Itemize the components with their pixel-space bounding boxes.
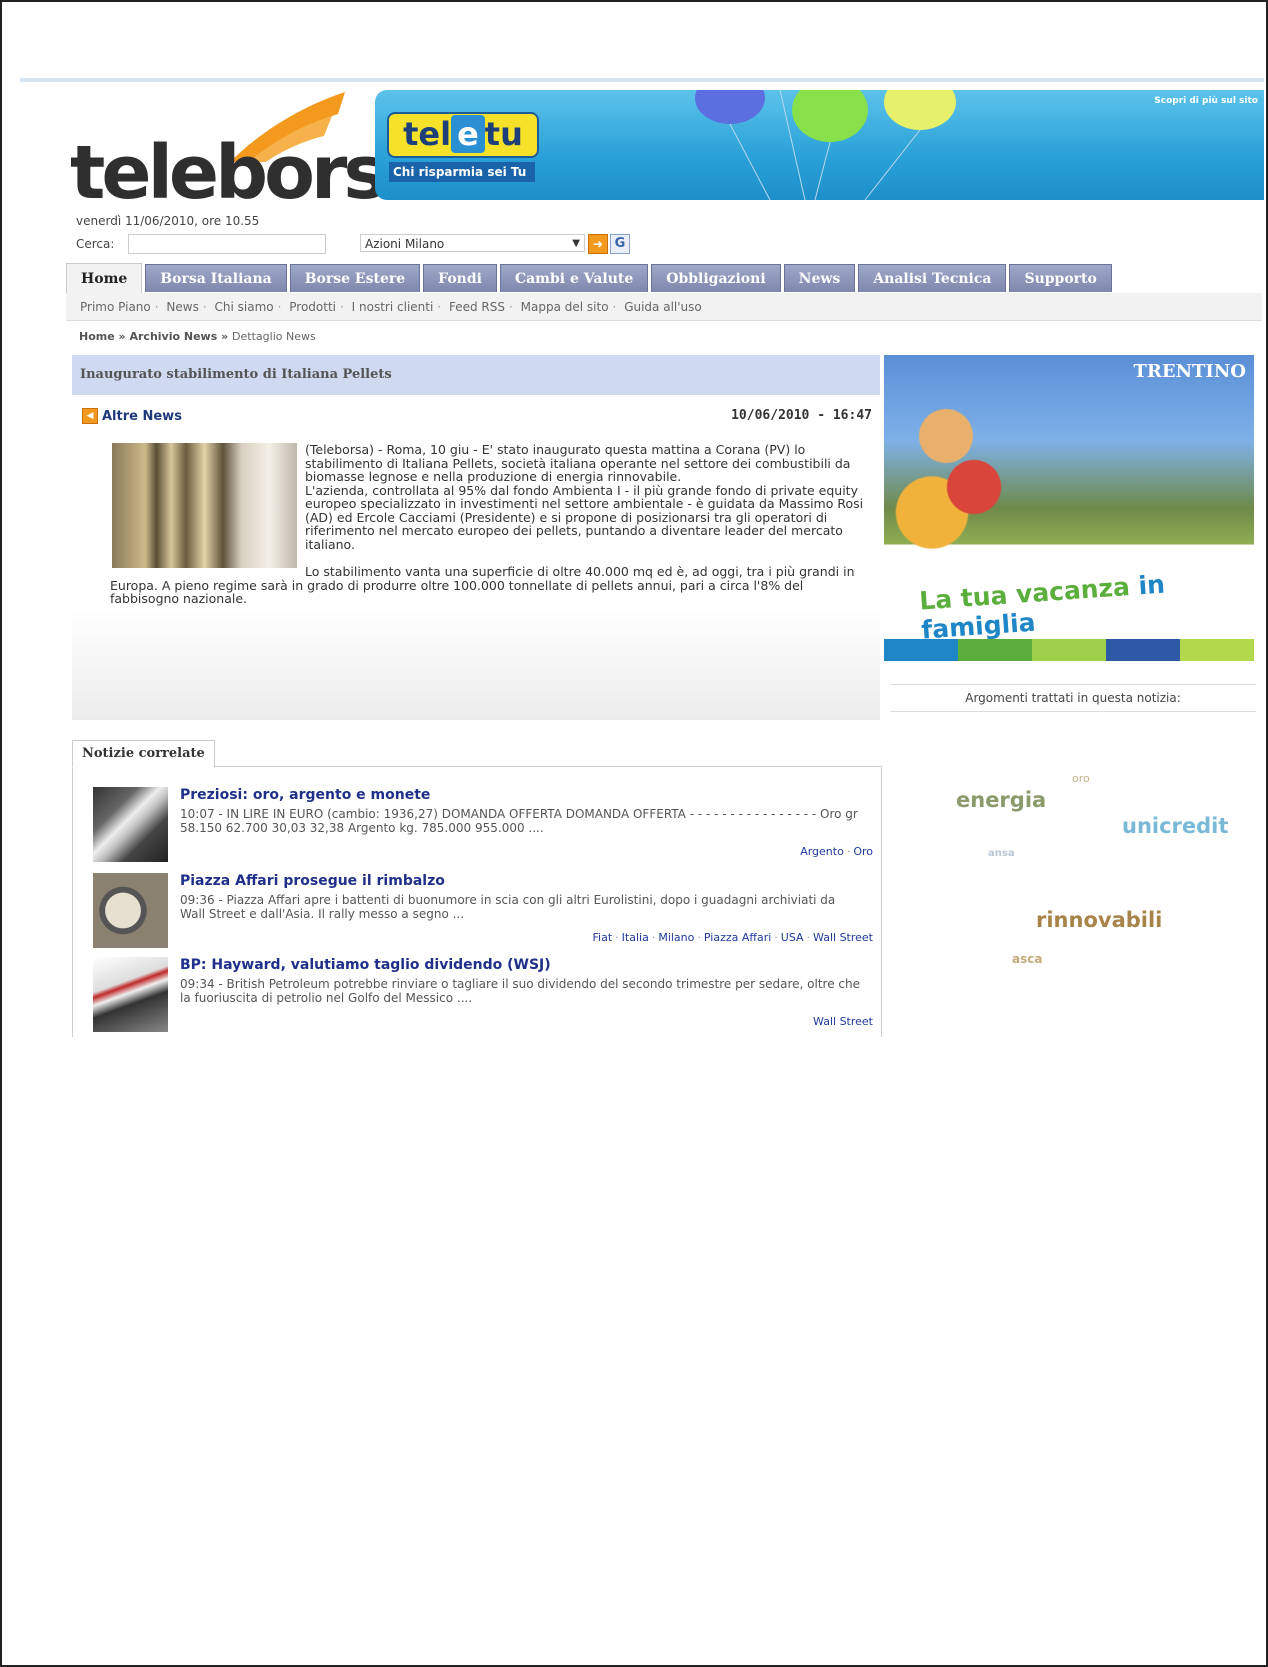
list-item: Piazza Affari prosegue il rimbalzo 09:36… bbox=[93, 873, 873, 951]
tag-energia[interactable]: energia bbox=[956, 788, 1046, 812]
article-panel: Inaugurato stabilimento di Italiana Pell… bbox=[72, 355, 880, 720]
teletu-tagline: Chi risparmia sei Tu bbox=[389, 162, 535, 182]
tab-analisi-tecnica[interactable]: Analisi Tecnica bbox=[858, 264, 1007, 292]
market-select-value: Azioni Milano bbox=[365, 237, 445, 251]
tab-borse-estere[interactable]: Borse Estere bbox=[289, 264, 421, 292]
teletu-banner[interactable]: tel e tu Chi risparmia sei Tu Scopri di pi… bbox=[375, 90, 1264, 200]
current-date: venerdì 11/06/2010, ore 10.55 bbox=[76, 214, 260, 228]
search-input[interactable] bbox=[128, 234, 326, 254]
tab-home[interactable]: Home bbox=[66, 263, 143, 296]
article-paragraph: Lo stabilimento vanta una superficie di … bbox=[110, 564, 855, 606]
tag-cloud: energia oro unicredit ansa rinnovabili a… bbox=[890, 760, 1256, 990]
tag-link[interactable]: Italia bbox=[622, 931, 649, 944]
news-title-link[interactable]: Piazza Affari prosegue il rimbalzo bbox=[180, 873, 445, 889]
tab-borsa-italiana[interactable]: Borsa Italiana bbox=[145, 264, 287, 292]
article-date: 10/06/2010 - 16:47 bbox=[731, 408, 872, 423]
subnav-mappa-sito[interactable]: Mappa del sito bbox=[521, 300, 609, 314]
breadcrumb-home[interactable]: Home bbox=[79, 330, 115, 343]
news-thumbnail[interactable] bbox=[93, 787, 168, 862]
news-snippet: 10:07 - IN LIRE IN EURO (cambio: 1936,27… bbox=[180, 807, 858, 835]
tab-cambi-e-valute[interactable]: Cambi e Valute bbox=[499, 264, 649, 292]
tag-link[interactable]: Oro bbox=[853, 845, 873, 858]
tag-link[interactable]: Piazza Affari bbox=[704, 931, 771, 944]
news-snippet: 09:36 - Piazza Affari apre i battenti di… bbox=[180, 893, 836, 921]
subnav-clienti[interactable]: I nostri clienti bbox=[352, 300, 434, 314]
trentino-ad[interactable]: TRENTINO La tua vacanza in famiglia bbox=[884, 355, 1254, 661]
tag-link[interactable]: Fiat bbox=[593, 931, 613, 944]
top-divider bbox=[20, 78, 1264, 82]
subnav-feed-rss[interactable]: Feed RSS bbox=[449, 300, 505, 314]
list-item: BP: Hayward, valutiamo taglio dividendo … bbox=[93, 957, 873, 1035]
breadcrumb-current: Dettaglio News bbox=[232, 330, 316, 343]
go-arrow-button[interactable]: ➜ bbox=[588, 234, 608, 254]
tag-link[interactable]: USA bbox=[781, 931, 804, 944]
breadcrumb: Home » Archivio News » Dettaglio News bbox=[79, 330, 316, 343]
subnav-chi-siamo[interactable]: Chi siamo bbox=[215, 300, 274, 314]
tag-ansa[interactable]: ansa bbox=[988, 848, 1015, 859]
tag-link[interactable]: Wall Street bbox=[813, 1015, 873, 1028]
banner-link[interactable]: Scopri di più sul sito bbox=[1154, 96, 1258, 106]
ad-stripe bbox=[884, 639, 1254, 661]
tag-asca[interactable]: asca bbox=[1012, 952, 1042, 966]
tag-link[interactable]: Wall Street bbox=[813, 931, 873, 944]
news-title-link[interactable]: Preziosi: oro, argento e monete bbox=[180, 787, 430, 803]
chevron-down-icon: ▼ bbox=[572, 238, 580, 249]
tag-unicredit[interactable]: unicredit bbox=[1122, 814, 1228, 838]
tab-supporto[interactable]: Supporto bbox=[1009, 264, 1112, 292]
market-select[interactable]: Azioni Milano ▼ bbox=[360, 234, 585, 252]
list-item: Preziosi: oro, argento e monete 10:07 - … bbox=[93, 787, 873, 865]
news-snippet: 09:34 - British Petroleum potrebbe rinvi… bbox=[180, 977, 860, 1005]
tab-obbligazioni[interactable]: Obbligazioni bbox=[651, 264, 781, 292]
refresh-icon[interactable]: G bbox=[610, 234, 630, 254]
ad-children-image bbox=[890, 385, 1030, 555]
tag-rinnovabili[interactable]: rinnovabili bbox=[1036, 908, 1162, 932]
subnav-news[interactable]: News bbox=[166, 300, 198, 314]
tag-link[interactable]: Milano bbox=[658, 931, 694, 944]
sub-navigation: Primo Piano · News · Chi siamo · Prodotti · … bbox=[66, 293, 1262, 321]
altre-news-link[interactable]: ◀ Altre News bbox=[82, 408, 182, 424]
news-tags: Argento · Oro bbox=[800, 845, 873, 858]
subnav-prodotti[interactable]: Prodotti bbox=[289, 300, 336, 314]
subnav-guida[interactable]: Guida all'uso bbox=[624, 300, 702, 314]
article-body: (Teleborsa) - Roma, 10 giu - E' stato in… bbox=[110, 443, 870, 620]
ad-brand: TRENTINO bbox=[1133, 361, 1246, 382]
arrow-left-icon: ◀ bbox=[82, 408, 98, 424]
teleborsa-logo[interactable]: teleborsa bbox=[70, 92, 433, 216]
tag-link[interactable]: Argento bbox=[800, 845, 844, 858]
subnav-primo-piano[interactable]: Primo Piano bbox=[80, 300, 151, 314]
news-title-link[interactable]: BP: Hayward, valutiamo taglio dividendo … bbox=[180, 957, 551, 973]
tab-news[interactable]: News bbox=[783, 264, 856, 292]
news-tags: Wall Street bbox=[813, 1015, 873, 1028]
topics-label: Argomenti trattati in questa notizia: bbox=[890, 684, 1256, 712]
news-tags: Fiat · Italia · Milano · Piazza Affari · USA · Wal… bbox=[592, 931, 873, 944]
related-news-panel: Preziosi: oro, argento e monete 10:07 - … bbox=[72, 766, 882, 1037]
tab-notizie-correlate[interactable]: Notizie correlate bbox=[72, 740, 215, 768]
tag-oro[interactable]: oro bbox=[1072, 772, 1090, 785]
tab-fondi[interactable]: Fondi bbox=[423, 264, 497, 292]
ad-slogan: La tua vacanza in famiglia bbox=[918, 569, 1166, 645]
search-label: Cerca: bbox=[76, 237, 115, 251]
article-title: Inaugurato stabilimento di Italiana Pell… bbox=[72, 355, 880, 395]
breadcrumb-archive[interactable]: Archivio News bbox=[129, 330, 217, 343]
teletu-logo: tel e tu bbox=[387, 112, 539, 158]
main-nav-tabs: Home Borsa Italiana Borse Estere Fondi C… bbox=[66, 263, 1112, 296]
news-thumbnail[interactable] bbox=[93, 873, 168, 948]
news-thumbnail[interactable] bbox=[93, 957, 168, 1032]
